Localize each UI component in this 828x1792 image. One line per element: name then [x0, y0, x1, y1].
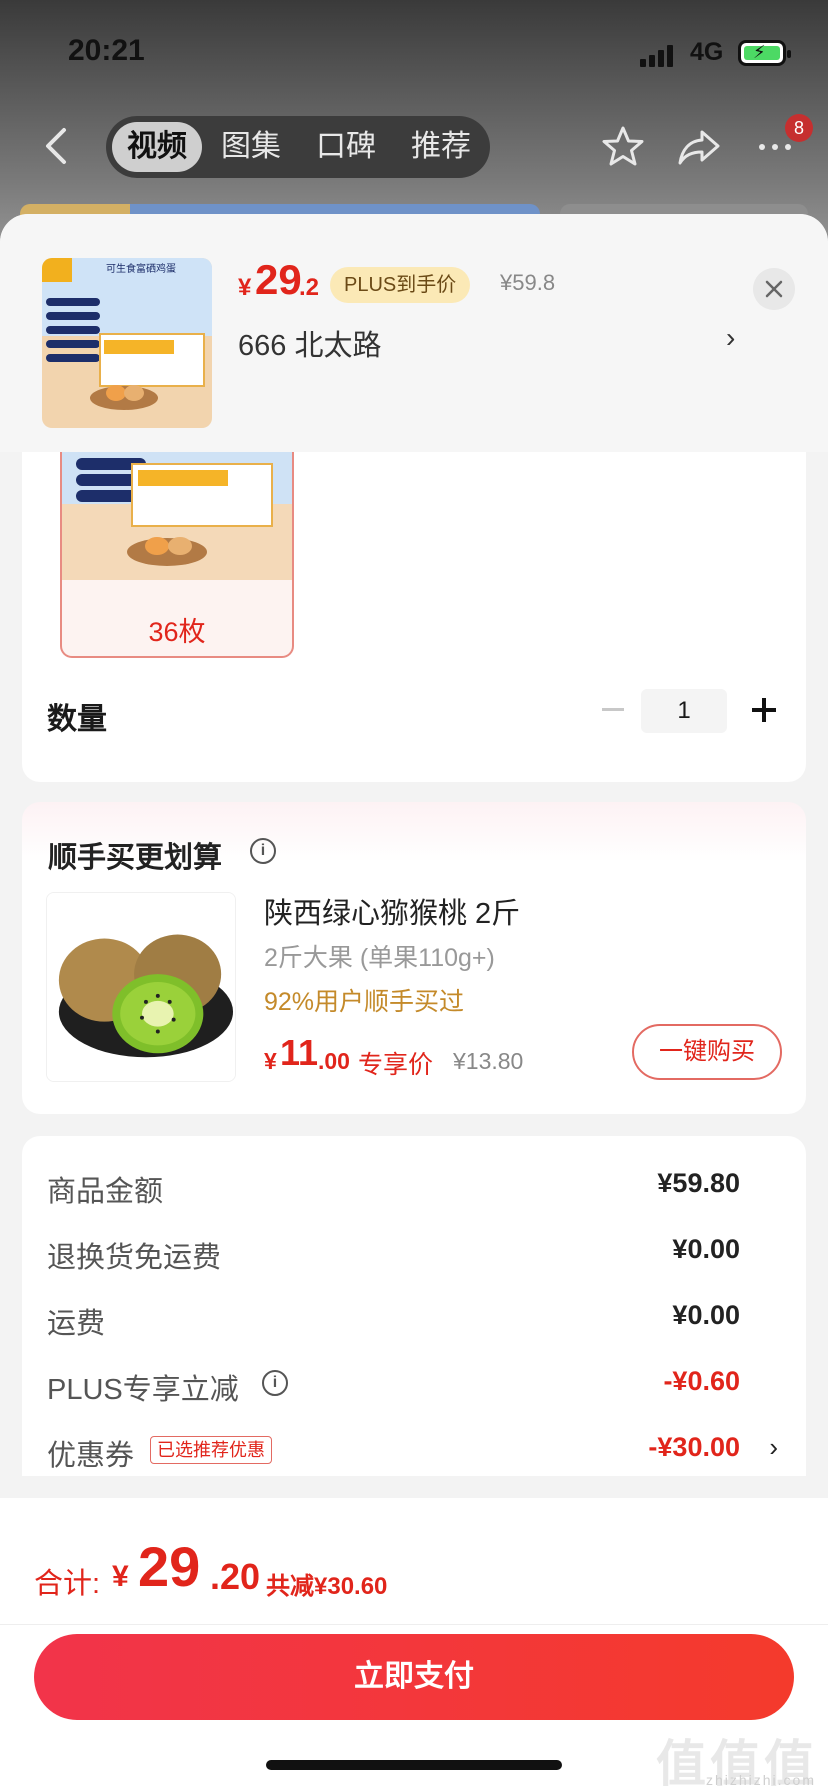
pay-now-button[interactable]: 立即支付	[34, 1634, 794, 1720]
summary-row-plus-discount: PLUS专享立减 i -¥0.60	[22, 1366, 806, 1406]
bundle-section-title: 顺手买更划算	[48, 842, 223, 874]
bundle-buyers-text: 92%用户顺手买过	[264, 988, 465, 1016]
original-price: ¥59.8	[500, 270, 556, 295]
quantity-label: 数量	[47, 703, 107, 736]
total-decimal: .20	[210, 1556, 261, 1597]
chevron-right-icon[interactable]: ›	[769, 1432, 778, 1463]
bundle-original-price: ¥13.80	[453, 1048, 524, 1074]
back-arrow-icon[interactable]	[38, 126, 74, 166]
summary-label: PLUS专享立减	[47, 1374, 239, 1406]
price-integer: 29	[255, 256, 302, 303]
delivery-address[interactable]: 666 北太路	[238, 322, 381, 364]
checkout-footer: 合计: ¥ 29 .20 共减¥30.60 立即支付 值值值 zhizhizhi…	[0, 1498, 828, 1792]
summary-label: 运费	[47, 1308, 106, 1340]
bundle-price-currency: ¥	[264, 1048, 277, 1074]
summary-label: 退换货免运费	[47, 1242, 222, 1274]
total-label: 合计:	[34, 1568, 101, 1600]
notification-badge: 8	[785, 114, 813, 142]
bundle-price-integer: 11	[280, 1032, 319, 1073]
status-bar: 20:21 4G ⚡	[0, 0, 828, 100]
bundle-price-decimal: .00	[318, 1048, 350, 1074]
share-icon[interactable]	[676, 124, 722, 170]
spec-option-selected[interactable]: 36枚	[60, 452, 294, 658]
quantity-input[interactable]: 1	[641, 689, 727, 733]
summary-row-return-shipping: 退换货免运费 ¥0.00	[22, 1234, 806, 1274]
summary-value: ¥0.00	[672, 1300, 740, 1330]
quantity-decrease-button[interactable]	[602, 708, 624, 711]
divider	[0, 1624, 828, 1625]
chevron-right-icon[interactable]: ›	[726, 322, 735, 354]
media-tabs: 视频 图集 口碑 推荐	[106, 116, 490, 178]
tab-video[interactable]: 视频	[112, 122, 202, 172]
tab-reviews[interactable]: 口碑	[301, 122, 391, 172]
tab-recommend[interactable]: 推荐	[396, 122, 486, 172]
summary-value: ¥0.00	[672, 1234, 740, 1264]
battery-icon: ⚡	[738, 40, 791, 66]
bundle-product-name[interactable]: 陕西绿心猕猴桃 2斤	[264, 890, 520, 932]
purchase-sheet: 36枚 数量 1 可生食富硒鸡蛋 ¥ 29 .2 PLUS到手价 ¥59.8 6…	[0, 214, 828, 1792]
price-summary-card: 商品金额 ¥59.80 退换货免运费 ¥0.00 运费 ¥0.00 PLUS专享…	[22, 1136, 806, 1476]
product-thumbnail: 可生食富硒鸡蛋	[42, 258, 212, 428]
kiwi-product-image[interactable]	[46, 892, 236, 1082]
info-icon[interactable]: i	[262, 1370, 288, 1396]
bundle-price-tag: 专享价	[358, 1051, 434, 1079]
summary-row-subtotal: 商品金额 ¥59.80	[22, 1168, 806, 1208]
summary-value: -¥30.00	[648, 1432, 740, 1462]
quantity-increase-button[interactable]	[752, 697, 778, 723]
spec-card: 36枚 数量 1	[22, 452, 806, 782]
network-type: 4G	[690, 38, 724, 66]
spec-product-image	[62, 452, 292, 580]
info-icon[interactable]: i	[250, 838, 276, 864]
tab-gallery[interactable]: 图集	[206, 122, 296, 172]
summary-value: -¥0.60	[663, 1366, 740, 1396]
close-icon[interactable]	[753, 268, 795, 310]
bundle-product-spec: 2斤大果 (单果110g+)	[264, 944, 495, 972]
summary-row-coupon[interactable]: 优惠券 已选推荐优惠 -¥30.00 ›	[22, 1432, 806, 1472]
one-click-buy-button[interactable]: 一键购买	[632, 1024, 782, 1080]
signal-icon	[640, 45, 676, 67]
total-integer: 29	[138, 1535, 201, 1598]
total-currency: ¥	[112, 1560, 129, 1593]
summary-label: 优惠券	[47, 1440, 135, 1472]
summary-row-shipping: 运费 ¥0.00	[22, 1300, 806, 1340]
thumbnail-box-title: 可生食富硒鸡蛋	[106, 262, 176, 275]
summary-value: ¥59.80	[657, 1168, 740, 1198]
spec-option-label: 36枚	[148, 617, 206, 647]
home-indicator	[266, 1760, 562, 1770]
favorite-star-icon[interactable]	[600, 124, 646, 170]
plus-price-tag: PLUS到手价	[330, 267, 471, 303]
total-savings: 共减¥30.60	[266, 1573, 388, 1600]
status-time: 20:21	[68, 34, 145, 67]
price-decimal: .2	[299, 274, 320, 301]
watermark-url: zhizhizhi.com	[705, 1772, 816, 1788]
bundle-deal-card: 顺手买更划算 i 陕西绿心猕猴桃 2斤 2斤大果 (单果110g+) 92%用户…	[22, 802, 806, 1114]
price-currency: ¥	[238, 274, 252, 301]
summary-label: 商品金额	[47, 1176, 164, 1208]
coupon-tag: 已选推荐优惠	[150, 1436, 272, 1464]
sheet-header: 可生食富硒鸡蛋 ¥ 29 .2 PLUS到手价 ¥59.8 666 北太路 ›	[0, 214, 828, 452]
